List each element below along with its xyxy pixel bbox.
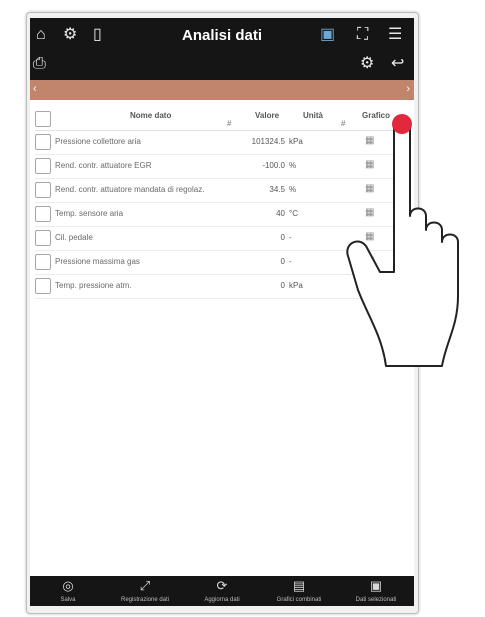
header-unit[interactable]: Unità	[303, 111, 323, 120]
header-name[interactable]: Nome dato	[130, 111, 171, 120]
row-checkbox[interactable]	[35, 206, 51, 222]
record-data-button[interactable]: ⤢ Registrazione dati	[107, 576, 183, 606]
row-unit: °C	[289, 209, 298, 218]
refresh-icon: ⟳	[216, 578, 228, 593]
row-value: 0	[280, 233, 285, 242]
row-checkbox[interactable]	[35, 278, 51, 294]
row-value: 101324.5	[251, 137, 285, 146]
refresh-button[interactable]: ⟳ Aggiorna dati	[184, 576, 260, 606]
combined-charts-button[interactable]: ▤ Grafici combinati	[261, 576, 337, 606]
row-name: Rend. contr. attuatore EGR	[55, 161, 152, 170]
print-icon[interactable]: ⎙	[33, 56, 46, 72]
sort-icon[interactable]: #	[227, 119, 231, 128]
row-unit: kPa	[289, 137, 303, 146]
save-label: Salva	[60, 597, 76, 603]
menu-icon[interactable]: ☰	[388, 27, 402, 43]
fullscreen-icon[interactable]: ⛶	[357, 27, 368, 43]
selected-data-label: Dati selezionati	[355, 597, 397, 603]
row-checkbox[interactable]	[35, 230, 51, 246]
touch-indicator	[392, 114, 412, 134]
row-value: 40	[276, 209, 285, 218]
sort-icon[interactable]: #	[341, 119, 345, 128]
sd-card-icon[interactable]: ▣	[320, 27, 335, 43]
selected-data-button[interactable]: ▣ Dati selezionati	[338, 576, 414, 606]
row-value: 0	[280, 281, 285, 290]
row-unit: -	[289, 233, 292, 242]
expand-icon: ⤢	[139, 578, 151, 593]
chart-icon: ▤	[292, 578, 306, 593]
header-value[interactable]: Valore	[255, 111, 279, 120]
top-bar: ⌂ ⚙ ▯ Analisi dati ▣ ⛶ ☰ ⎙ ⚙ ↩	[30, 18, 414, 80]
combined-charts-label: Grafici combinati	[276, 597, 322, 603]
bottom-toolbar: ◎ Salva ⤢ Registrazione dati ⟳ Aggiorna …	[30, 576, 414, 606]
search-bar[interactable]: ‹ ›	[30, 80, 414, 100]
row-name: Rend. contr. attuatore mandata di regola…	[55, 185, 205, 194]
record-icon: ◎	[62, 578, 74, 593]
settings-icon[interactable]: ⚙	[360, 56, 374, 72]
row-value: -100.0	[262, 161, 285, 170]
select-all-checkbox[interactable]	[35, 111, 51, 127]
record-data-label: Registrazione dati	[120, 597, 170, 603]
save-button[interactable]: ◎ Salva	[30, 576, 106, 606]
row-value: 34.5	[269, 185, 285, 194]
chevron-right-icon[interactable]: ›	[406, 83, 410, 95]
row-name: Cil. pedale	[55, 233, 93, 242]
row-checkbox[interactable]	[35, 182, 51, 198]
row-unit: %	[289, 161, 297, 170]
refresh-label: Aggiorna dati	[204, 597, 240, 603]
row-name: Temp. sensore aria	[55, 209, 124, 218]
row-checkbox[interactable]	[35, 158, 51, 174]
chevron-icon[interactable]: ‹	[33, 83, 37, 95]
row-unit: kPa	[289, 281, 303, 290]
back-icon[interactable]: ↩	[391, 56, 404, 72]
row-name: Pressione massima gas	[55, 257, 140, 266]
row-unit: %	[289, 185, 297, 194]
hand-pointer-icon	[346, 114, 459, 367]
row-checkbox[interactable]	[35, 134, 51, 150]
row-name: Pressione collettore aria	[55, 137, 141, 146]
calendar-icon: ▣	[369, 578, 383, 593]
row-name: Temp. pressione atm.	[55, 281, 132, 290]
row-unit: -	[289, 257, 292, 266]
row-value: 0	[280, 257, 285, 266]
row-checkbox[interactable]	[35, 254, 51, 270]
